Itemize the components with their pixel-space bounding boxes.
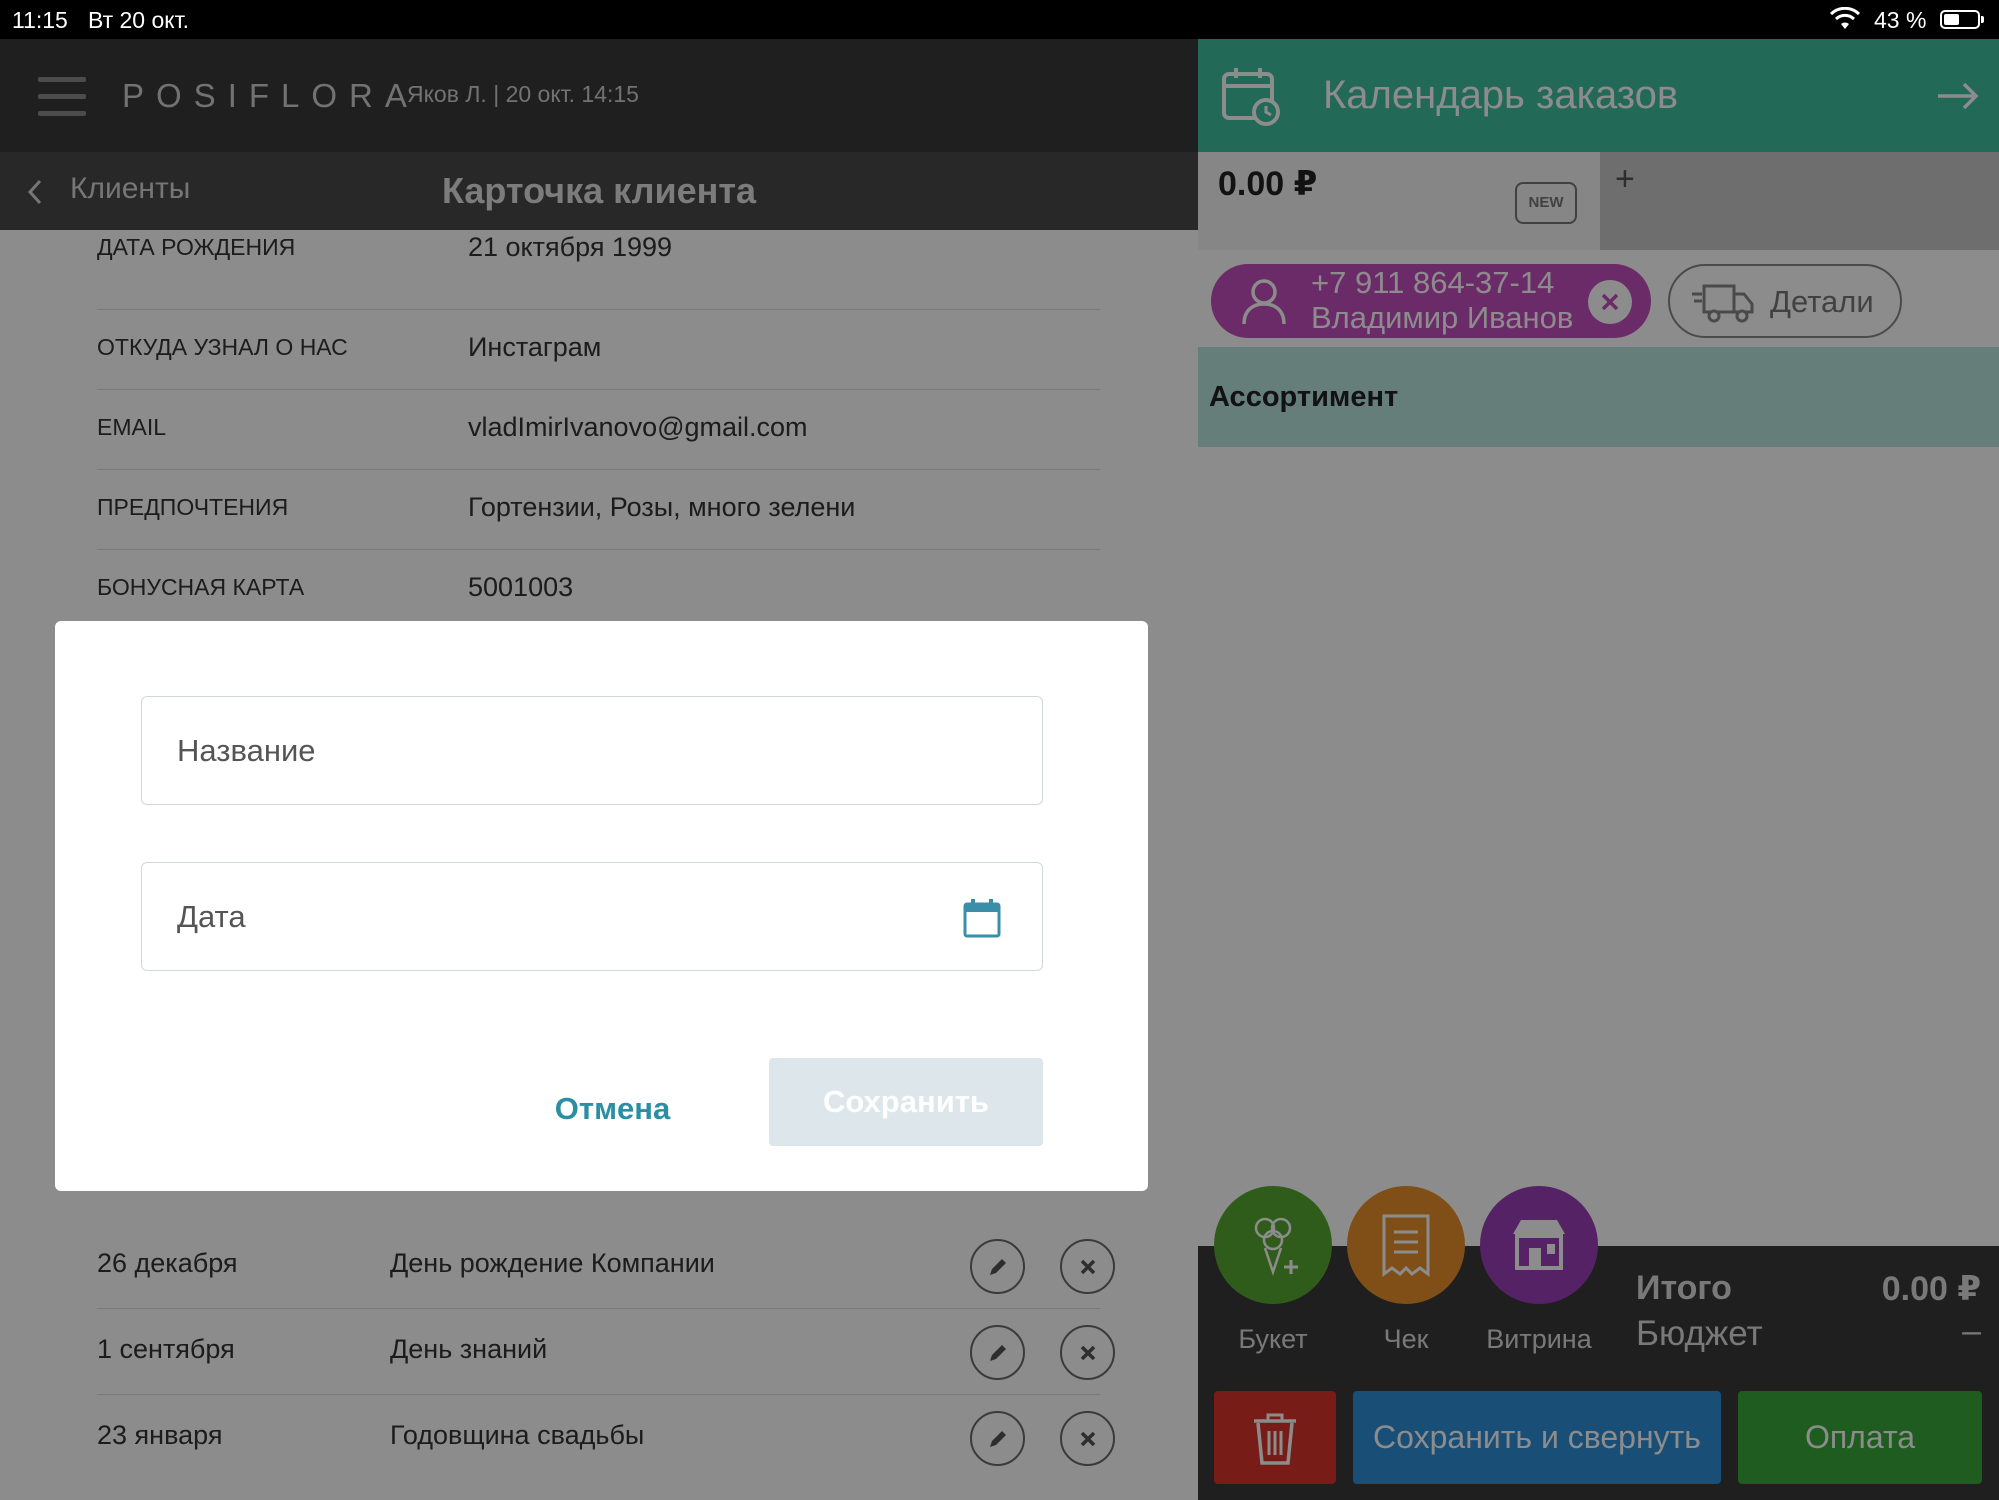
- event-date-input[interactable]: Дата: [141, 862, 1043, 971]
- status-time: 11:15: [12, 7, 68, 33]
- battery-percent: 43 %: [1874, 7, 1927, 33]
- cancel-button[interactable]: Отмена: [505, 1065, 720, 1152]
- add-event-dialog: Название Дата Отмена Сохранить: [55, 621, 1148, 1191]
- wifi-icon: [1830, 7, 1860, 29]
- event-name-placeholder: Название: [177, 733, 316, 768]
- status-bar: 11:15 Вт 20 окт. 43 %: [0, 0, 1999, 39]
- event-date-placeholder: Дата: [177, 899, 246, 934]
- status-date: Вт 20 окт.: [88, 7, 189, 33]
- event-name-input[interactable]: Название: [141, 696, 1043, 805]
- battery-icon: [1940, 10, 1984, 29]
- save-button[interactable]: Сохранить: [769, 1058, 1043, 1146]
- calendar-icon[interactable]: [962, 897, 1002, 939]
